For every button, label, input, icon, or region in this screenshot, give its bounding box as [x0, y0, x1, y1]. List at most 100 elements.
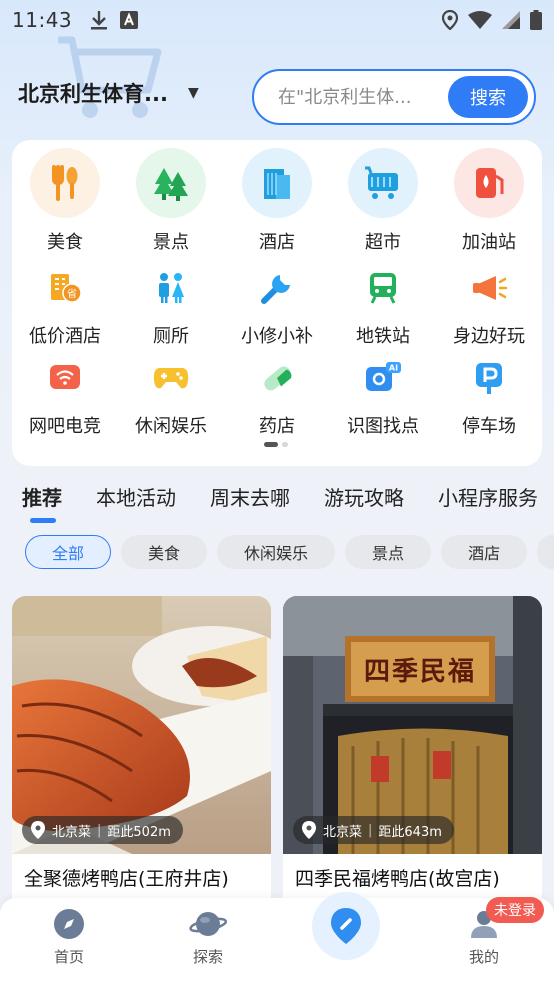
- category-label: 身边好玩: [453, 326, 525, 347]
- category-item-gas-station[interactable]: 加油站: [436, 148, 542, 258]
- category-label: 地铁站: [356, 326, 410, 347]
- ai-camera-icon: AI: [348, 354, 418, 402]
- svg-text:省: 省: [67, 287, 77, 300]
- signal-icon: [502, 11, 520, 29]
- poi-info-tag: 北京菜 | 距此502m: [22, 816, 183, 844]
- storefront-sign-text: 四季民福: [363, 656, 476, 687]
- tab-weekend[interactable]: 周末去哪: [210, 482, 290, 511]
- compass-icon: [54, 909, 84, 939]
- location-pin-icon: [31, 821, 45, 839]
- separator: |: [97, 822, 102, 838]
- location-name: 北京利生体育...: [18, 82, 168, 106]
- svg-text:AI: AI: [389, 364, 398, 373]
- category-label: 加油站: [462, 232, 516, 253]
- battery-icon: [530, 10, 542, 30]
- category-item-internet-cafe[interactable]: 网吧电竞: [12, 348, 118, 438]
- tab-local-events[interactable]: 本地活动: [96, 482, 176, 511]
- tab-guides[interactable]: 游玩攻略: [324, 482, 404, 511]
- poi-info-tag: 北京菜 | 距此643m: [293, 816, 454, 844]
- bottom-navigation: 首页 探索 我的 未登录: [0, 892, 554, 984]
- search-button[interactable]: 搜索: [448, 76, 528, 118]
- chip-food[interactable]: 美食: [121, 535, 208, 569]
- category-label: 停车场: [462, 416, 516, 437]
- category-grid-card: 美食 景点 酒店 超市 加油站 省 低价酒店 厕所 小修小补 地铁站 身边好玩 …: [12, 140, 542, 466]
- category-row-3: 网吧电竞 休闲娱乐 药店 AI 识图找点 停车场: [12, 348, 542, 438]
- chip-all[interactable]: 全部: [25, 535, 112, 569]
- page-dot: [282, 442, 288, 447]
- category-label: 超市: [365, 232, 401, 253]
- poi-distance: 距此502m: [107, 824, 171, 840]
- poi-distance: 距此643m: [378, 824, 442, 840]
- trees-icon: [136, 148, 206, 218]
- tab-mini-programs[interactable]: 小程序服务: [438, 482, 538, 511]
- restaurant-storefront-photo: 四季民福 北京菜 | 距此643m: [283, 596, 542, 854]
- planet-icon: [189, 912, 227, 936]
- chip-leisure[interactable]: 休闲娱乐: [217, 535, 336, 569]
- category-item-image-search[interactable]: AI 识图找点: [330, 348, 436, 438]
- chip-more[interactable]: [537, 535, 554, 569]
- category-row-2: 省 低价酒店 厕所 小修小补 地铁站 身边好玩: [12, 258, 542, 348]
- subway-train-icon: [348, 264, 418, 312]
- nav-label: 我的: [468, 948, 499, 966]
- filter-chips: 全部 美食 休闲娱乐 景点 酒店: [25, 535, 554, 569]
- poi-card[interactable]: 四季民福 北京菜 | 距此643m 四季民福烤鸭店(故宫店): [283, 596, 542, 916]
- feed-tabs: 推荐 本地活动 周末去哪 游玩攻略 小程序服务: [22, 482, 554, 523]
- nav-map-button[interactable]: [312, 892, 380, 960]
- location-status-icon: [442, 10, 458, 30]
- search-box[interactable]: 搜索: [252, 69, 536, 125]
- fork-spoon-icon: [30, 148, 100, 218]
- category-item-budget-hotel[interactable]: 省 低价酒店: [12, 258, 118, 348]
- download-icon: [91, 11, 108, 30]
- poi-title: 全聚德烤鸭店(王府井店): [24, 868, 229, 890]
- toilet-icon: [136, 264, 206, 312]
- dropdown-caret-icon: ▼: [187, 85, 199, 101]
- category-item-scenic[interactable]: 景点: [118, 148, 224, 258]
- category-item-fun-nearby[interactable]: 身边好玩: [436, 258, 542, 348]
- category-item-food[interactable]: 美食: [12, 148, 118, 258]
- category-label: 低价酒店: [29, 326, 101, 347]
- poi-category: 北京菜: [323, 824, 363, 840]
- category-item-toilet[interactable]: 厕所: [118, 258, 224, 348]
- wifi-icon: [468, 11, 492, 29]
- nav-label: 探索: [192, 948, 223, 966]
- poi-title: 四季民福烤鸭店(故宫店): [295, 868, 500, 890]
- search-input[interactable]: [278, 86, 453, 108]
- category-label: 休闲娱乐: [135, 416, 207, 437]
- map-pin-icon: [331, 908, 361, 944]
- category-label: 网吧电竞: [29, 416, 101, 437]
- location-pin-icon: [302, 821, 316, 839]
- poi-category: 北京菜: [52, 824, 92, 840]
- category-item-subway[interactable]: 地铁站: [330, 258, 436, 348]
- internet-cafe-icon: [30, 354, 100, 402]
- page-dot-active: [264, 442, 278, 447]
- chip-scenic[interactable]: 景点: [345, 535, 432, 569]
- category-item-leisure[interactable]: 休闲娱乐: [118, 348, 224, 438]
- top-header: 北京利生体育... ▼ 搜索: [0, 66, 554, 128]
- category-label: 景点: [153, 232, 189, 253]
- nav-label: 首页: [53, 948, 84, 966]
- chip-hotel[interactable]: 酒店: [441, 535, 528, 569]
- category-item-hotel[interactable]: 酒店: [224, 148, 330, 258]
- megaphone-icon: [454, 264, 524, 312]
- category-label: 美食: [47, 232, 83, 253]
- pill-icon: [242, 354, 312, 402]
- category-page-indicator: [264, 442, 288, 447]
- status-time: 11:43: [12, 8, 73, 32]
- category-label: 厕所: [153, 326, 189, 347]
- category-item-parking[interactable]: 停车场: [436, 348, 542, 438]
- category-item-pharmacy[interactable]: 药店: [224, 348, 330, 438]
- nav-explore[interactable]: 探索: [173, 908, 243, 967]
- location-selector[interactable]: 北京利生体育... ▼: [18, 78, 199, 108]
- tab-recommend[interactable]: 推荐: [22, 482, 62, 523]
- nav-home[interactable]: 首页: [34, 908, 104, 967]
- category-label: 小修小补: [241, 326, 313, 347]
- shopping-cart-icon: [348, 148, 418, 218]
- category-item-supermarket[interactable]: 超市: [330, 148, 436, 258]
- category-row-1: 美食 景点 酒店 超市 加油站: [12, 148, 542, 258]
- gas-pump-icon: [454, 148, 524, 218]
- category-item-repair[interactable]: 小修小补: [224, 258, 330, 348]
- login-status-badge[interactable]: 未登录: [486, 897, 544, 923]
- poi-card[interactable]: 北京菜 | 距此502m 全聚德烤鸭店(王府井店): [12, 596, 271, 916]
- parking-icon: [454, 354, 524, 402]
- category-label: 识图找点: [347, 416, 419, 437]
